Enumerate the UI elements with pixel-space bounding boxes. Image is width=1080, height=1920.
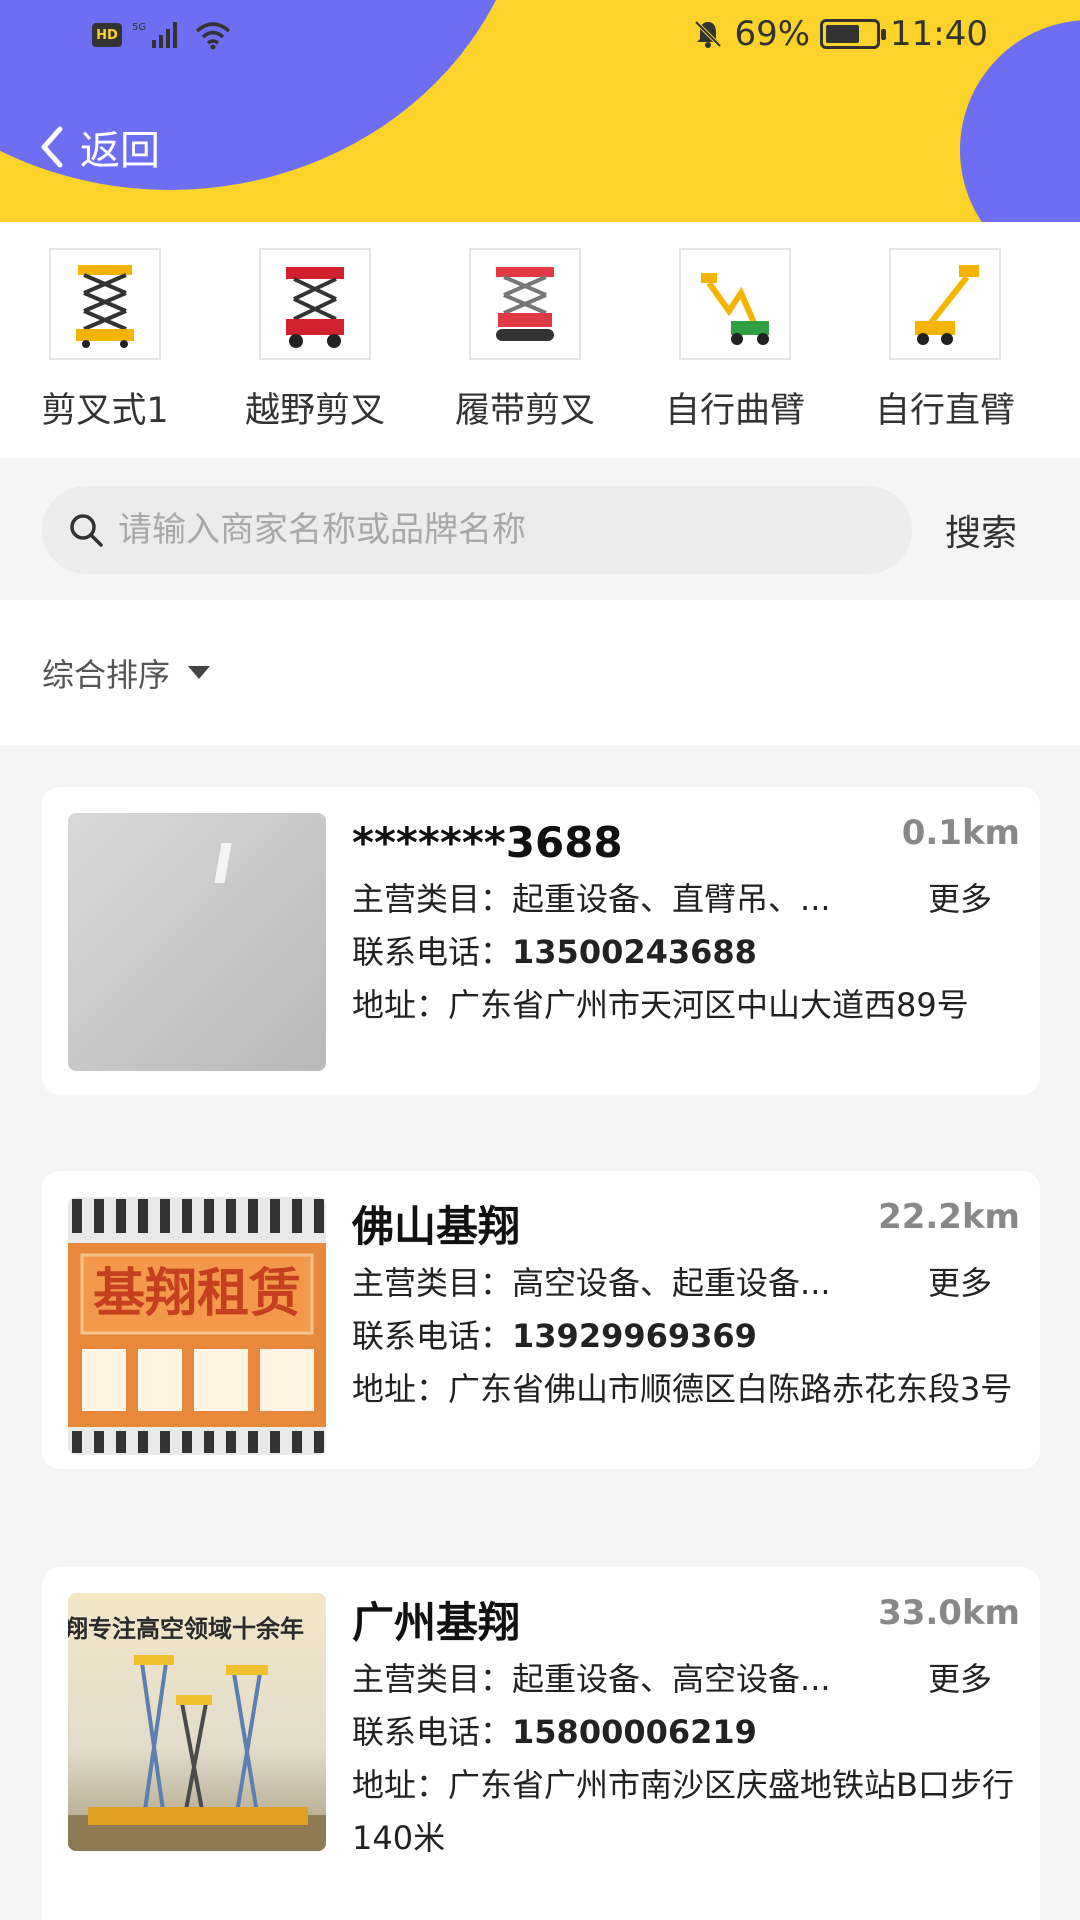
merchant-photo-image: 基翔租赁 (68, 1197, 326, 1455)
category-label: 履带剪叉 (454, 391, 595, 431)
category-strip[interactable]: 剪叉式1 越野剪叉 履带剪叉 自行曲臂 自行直臂 (0, 222, 1080, 458)
category-item-rough-terrain[interactable]: 越野剪叉 (210, 248, 420, 433)
articulating-boom-icon (679, 248, 791, 360)
merchant-card[interactable]: *******3688 0.1km 主营类目：起重设备、直臂吊、... 更多 联… (42, 787, 1040, 1095)
search-button[interactable]: 搜索 (945, 504, 1017, 556)
more-link[interactable]: 更多 (928, 1653, 992, 1706)
category-value: 起重设备、高空设备... (512, 1660, 831, 1698)
merchant-phone-row: 联系电话：13929969369 (352, 1310, 1020, 1363)
more-link[interactable]: 更多 (928, 1257, 992, 1310)
merchant-distance: 33.0km (878, 1593, 1020, 1633)
status-bar: HD 5G 69% 11:40 (0, 0, 1080, 72)
address-prefix: 地址： (352, 1370, 449, 1408)
phone-number[interactable]: 13500243688 (512, 933, 757, 971)
chevron-left-icon (41, 126, 63, 168)
merchant-phone-row: 联系电话：15800006219 (352, 1706, 1020, 1759)
merchant-phone-row: 联系电话：13500243688 (352, 926, 1020, 979)
category-item-truck[interactable]: 车 (1050, 248, 1080, 433)
category-text: 主营类目：高空设备、起重设备... (352, 1257, 831, 1310)
merchant-photo-caption: 翔专注高空领域十余年 (68, 1615, 304, 1643)
merchant-distance: 22.2km (878, 1197, 1020, 1237)
sort-bar: 综合排序 (0, 600, 1080, 745)
scissor-lift-icon (49, 248, 161, 360)
search-icon (70, 514, 103, 547)
category-item-articulating[interactable]: 自行曲臂 (630, 248, 840, 433)
header: HD 5G 69% 11:40 返回 (0, 0, 1080, 222)
category-item-crawler[interactable]: 履带剪叉 (420, 248, 630, 433)
category-prefix: 主营类目： (352, 1264, 513, 1302)
merchant-photo: 基翔租赁 (68, 1197, 326, 1455)
search-area: 搜索 (0, 458, 1080, 600)
address-value: 广东省广州市南沙区庆盛地铁站B口步行140米 (352, 1766, 1014, 1857)
address-value: 广东省佛山市顺德区白陈路赤花东段3号 (448, 1370, 1013, 1408)
back-label: 返回 (80, 128, 160, 174)
back-button[interactable]: 返回 (38, 118, 160, 176)
phone-prefix: 联系电话： (352, 933, 513, 971)
category-prefix: 主营类目： (352, 1660, 513, 1698)
battery-level (826, 25, 860, 43)
category-track: 剪叉式1 越野剪叉 履带剪叉 自行曲臂 自行直臂 (0, 248, 1080, 433)
category-label: 越野剪叉 (244, 391, 385, 431)
phone-number[interactable]: 15800006219 (512, 1713, 757, 1751)
category-label: 剪叉式1 (41, 391, 169, 431)
mute-bell-icon (695, 20, 722, 48)
address-value: 广东省广州市天河区中山大道西89号 (448, 986, 969, 1024)
merchant-photo-image: 翔专注高空领域十余年 (68, 1593, 326, 1851)
merchant-card[interactable]: 翔专注高空领域十余年 广州基翔 33.0km 主营类目：起重设备、高空设备...… (42, 1567, 1040, 1920)
sort-dropdown[interactable]: 综合排序 (42, 650, 170, 696)
cellular-signal-icon: 5G (132, 22, 177, 48)
address-prefix: 地址： (352, 1766, 449, 1804)
search-box[interactable] (42, 486, 912, 574)
merchant-info: 广州基翔 33.0km 主营类目：起重设备、高空设备... 更多 联系电话：15… (352, 1593, 1020, 1865)
merchant-category-row: 主营类目：起重设备、高空设备... 更多 (352, 1653, 1020, 1706)
merchant-card[interactable]: 基翔租赁 佛山基翔 22.2km 主营类目：高空设备、起重设备... 更多 联系… (42, 1171, 1040, 1469)
phone-prefix: 联系电话： (352, 1713, 513, 1751)
category-item-scissor[interactable]: 剪叉式1 (0, 248, 210, 433)
merchant-photo-caption: 基翔租赁 (93, 1264, 301, 1324)
category-text: 主营类目：起重设备、直臂吊、... (352, 873, 831, 926)
category-text: 主营类目：起重设备、高空设备... (352, 1653, 831, 1706)
battery-icon (820, 19, 887, 49)
rough-terrain-scissor-icon (259, 248, 371, 360)
status-right: 69% 11:40 (692, 14, 988, 54)
wifi-icon (195, 22, 231, 50)
telescopic-boom-icon (889, 248, 1001, 360)
merchant-address-row: 地址：广东省佛山市顺德区白陈路赤花东段3号 (352, 1363, 1020, 1416)
address-prefix: 地址： (352, 986, 449, 1024)
merchant-photo (68, 813, 326, 1071)
category-label: 自行直臂 (874, 391, 1015, 431)
caret-down-icon[interactable] (188, 666, 211, 679)
merchant-photo: 翔专注高空领域十余年 (68, 1593, 326, 1851)
category-value: 高空设备、起重设备... (512, 1264, 831, 1302)
merchant-category-row: 主营类目：高空设备、起重设备... 更多 (352, 1257, 1020, 1310)
more-link[interactable]: 更多 (928, 873, 992, 926)
category-value: 起重设备、直臂吊、... (512, 880, 831, 918)
status-left: HD 5G (92, 20, 232, 50)
merchant-address-row: 地址：广东省广州市天河区中山大道西89号 (352, 979, 1020, 1032)
network-type-label: 5G (132, 22, 146, 33)
merchant-address-row: 地址：广东省广州市南沙区庆盛地铁站B口步行140米 (352, 1759, 1020, 1865)
clock: 11:40 (890, 14, 988, 54)
battery-percent: 69% (734, 14, 811, 54)
merchant-category-row: 主营类目：起重设备、直臂吊、... 更多 (352, 873, 1020, 926)
hd-badge: HD (92, 23, 122, 47)
merchant-info: *******3688 0.1km 主营类目：起重设备、直臂吊、... 更多 联… (352, 813, 1020, 1032)
category-prefix: 主营类目： (352, 880, 513, 918)
category-label: 自行曲臂 (664, 391, 805, 431)
merchant-distance: 0.1km (901, 813, 1020, 853)
phone-prefix: 联系电话： (352, 1317, 513, 1355)
crawler-scissor-icon (469, 248, 581, 360)
merchant-info: 佛山基翔 22.2km 主营类目：高空设备、起重设备... 更多 联系电话：13… (352, 1197, 1020, 1416)
category-item-telescopic[interactable]: 自行直臂 (840, 248, 1050, 433)
phone-number[interactable]: 13929969369 (512, 1317, 757, 1355)
search-input[interactable] (118, 510, 878, 550)
